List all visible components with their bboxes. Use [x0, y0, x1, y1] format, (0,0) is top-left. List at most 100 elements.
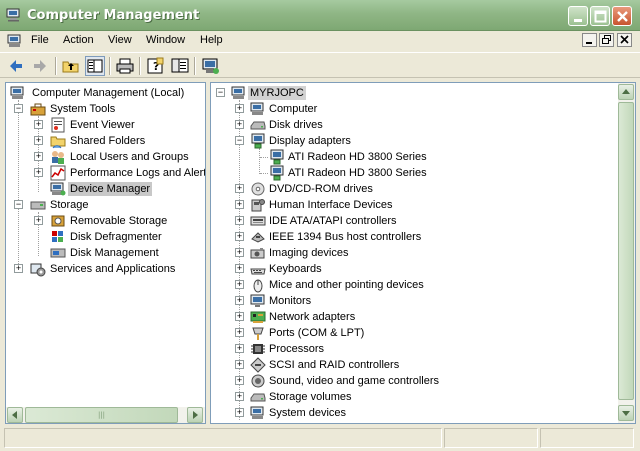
tree-item-disk-defragmenter[interactable]: Disk Defragmenter: [8, 229, 204, 245]
tree-item-label: System Tools: [50, 103, 116, 115]
expand-toggle[interactable]: +: [34, 151, 43, 161]
device-category-imaging[interactable]: + Imaging devices: [213, 245, 613, 261]
forward-button[interactable]: [30, 56, 50, 76]
horizontal-scrollbar[interactable]: |||: [6, 407, 205, 423]
scroll-down-button[interactable]: [618, 405, 634, 421]
expand-toggle[interactable]: +: [235, 103, 244, 113]
device-manager-toolbar-button[interactable]: [201, 56, 221, 76]
show-hide-console-tree-button[interactable]: [85, 56, 105, 76]
menu-view[interactable]: View: [108, 34, 132, 46]
expand-toggle[interactable]: +: [235, 263, 244, 273]
scroll-thumb[interactable]: |||: [25, 407, 178, 423]
device-category-disk-drives[interactable]: + Disk drives: [213, 117, 613, 133]
device-category-display-adapters[interactable]: − Display adapters: [213, 133, 613, 149]
tree-connector: [260, 157, 268, 158]
device-category-hid[interactable]: + Human Interface Devices: [213, 197, 613, 213]
tree-item-services-and-applications[interactable]: + Services and Applications: [8, 261, 204, 277]
device-category-monitors[interactable]: + Monitors: [213, 293, 613, 309]
display-adapter-icon: [251, 133, 265, 149]
mdi-restore-button[interactable]: [599, 33, 614, 47]
tree-item-removable-storage[interactable]: + Removable Storage: [8, 213, 204, 229]
collapse-toggle[interactable]: −: [216, 87, 225, 97]
scroll-right-button[interactable]: [187, 407, 203, 423]
tree-item-shared-folders[interactable]: + Shared Folders: [8, 133, 204, 149]
expand-toggle[interactable]: +: [235, 215, 244, 225]
expand-toggle[interactable]: +: [235, 295, 244, 305]
tree-item-event-viewer[interactable]: + Event Viewer: [8, 117, 204, 133]
device-category-dvd[interactable]: + DVD/CD-ROM drives: [213, 181, 613, 197]
title-bar[interactable]: Computer Management: [0, 0, 640, 31]
device-ati-radeon-2[interactable]: ATI Radeon HD 3800 Series: [213, 165, 613, 181]
scroll-up-button[interactable]: [618, 84, 634, 100]
dvd-icon: [251, 182, 265, 196]
expand-toggle[interactable]: +: [235, 343, 244, 353]
device-category-sound[interactable]: + Sound, video and game controllers: [213, 373, 613, 389]
close-button[interactable]: [612, 6, 632, 26]
device-category-computer[interactable]: + Computer: [213, 101, 613, 117]
menu-file[interactable]: File: [31, 34, 49, 46]
console-icon[interactable]: [7, 33, 23, 49]
device-category-storage-volumes[interactable]: + Storage volumes: [213, 389, 613, 405]
device-category-network[interactable]: + Network adapters: [213, 309, 613, 325]
expand-toggle[interactable]: +: [34, 135, 43, 145]
menu-action[interactable]: Action: [63, 34, 94, 46]
expand-toggle[interactable]: +: [34, 167, 43, 177]
device-category-system-devices[interactable]: + System devices: [213, 405, 613, 421]
print-button[interactable]: [115, 56, 135, 76]
device-root[interactable]: − MYRJOPC: [213, 85, 613, 101]
expand-toggle[interactable]: +: [235, 183, 244, 193]
device-category-scsi[interactable]: + SCSI and RAID controllers: [213, 357, 613, 373]
tree-item-computer-management[interactable]: Computer Management (Local): [8, 85, 204, 101]
mdi-minimize-button[interactable]: [582, 33, 597, 47]
tree-item-system-tools[interactable]: − System Tools: [8, 101, 204, 117]
hid-icon: [251, 199, 265, 212]
tree-item-device-manager[interactable]: Device Manager: [8, 181, 204, 197]
expand-toggle[interactable]: +: [235, 279, 244, 289]
system-devices-icon: [250, 406, 264, 419]
expand-toggle[interactable]: +: [235, 247, 244, 257]
device-category-processors[interactable]: + Processors: [213, 341, 613, 357]
back-button[interactable]: [6, 56, 26, 76]
expand-toggle[interactable]: +: [235, 391, 244, 401]
tree-item-performance-logs-and-alerts[interactable]: + Performance Logs and Alerts: [8, 165, 205, 181]
menu-window[interactable]: Window: [146, 34, 185, 46]
expand-toggle[interactable]: +: [235, 327, 244, 337]
tree-item-local-users-and-groups[interactable]: + Local Users and Groups: [8, 149, 204, 165]
device-list-pane[interactable]: − MYRJOPC + Computer + Disk drives − Dis…: [210, 82, 636, 424]
console-tree-pane[interactable]: Computer Management (Local) − System Too…: [5, 82, 206, 424]
collapse-toggle[interactable]: −: [14, 199, 23, 209]
scroll-left-button[interactable]: [7, 407, 23, 423]
arrow-down-icon: [622, 411, 630, 416]
device-category-ide[interactable]: + IDE ATA/ATAPI controllers: [213, 213, 613, 229]
expand-toggle[interactable]: +: [235, 231, 244, 241]
scroll-thumb[interactable]: [618, 102, 634, 400]
collapse-toggle[interactable]: −: [235, 135, 244, 145]
vertical-scrollbar[interactable]: [618, 83, 635, 423]
expand-toggle[interactable]: +: [235, 311, 244, 321]
up-folder-button[interactable]: [61, 56, 81, 76]
minimize-button[interactable]: [568, 6, 588, 26]
mdi-close-button[interactable]: [617, 33, 632, 47]
maximize-button[interactable]: [590, 6, 610, 26]
collapse-toggle[interactable]: −: [14, 103, 23, 113]
expand-toggle[interactable]: +: [235, 375, 244, 385]
expand-toggle[interactable]: +: [235, 119, 244, 129]
device-category-ports[interactable]: + Ports (COM & LPT): [213, 325, 613, 341]
expand-toggle[interactable]: +: [235, 199, 244, 209]
expand-toggle[interactable]: +: [14, 263, 23, 273]
device-category-mice[interactable]: + Mice and other pointing devices: [213, 277, 613, 293]
tree-item-storage[interactable]: − Storage: [8, 197, 204, 213]
properties-button[interactable]: [170, 56, 190, 76]
help-button[interactable]: ?: [146, 56, 166, 76]
device-category-ieee1394[interactable]: + IEEE 1394 Bus host controllers: [213, 229, 613, 245]
expand-toggle[interactable]: +: [34, 215, 43, 225]
device-category-label: Disk drives: [269, 119, 323, 131]
expand-toggle[interactable]: +: [235, 407, 244, 417]
tree-item-label: Storage: [50, 199, 89, 211]
menu-help[interactable]: Help: [200, 34, 223, 46]
device-ati-radeon-1[interactable]: ATI Radeon HD 3800 Series: [213, 149, 613, 165]
device-category-keyboards[interactable]: + Keyboards: [213, 261, 613, 277]
expand-toggle[interactable]: +: [235, 359, 244, 369]
expand-toggle[interactable]: +: [34, 119, 43, 129]
tree-item-disk-management[interactable]: Disk Management: [8, 245, 204, 261]
